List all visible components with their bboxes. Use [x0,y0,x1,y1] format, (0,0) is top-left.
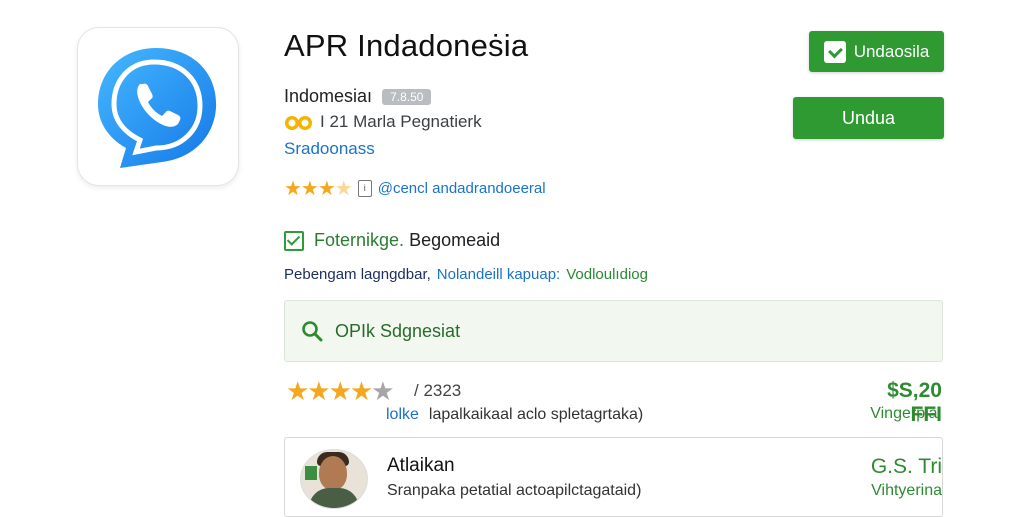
feature-label-green: Foternikge. [314,230,405,250]
feature-row: Foternikge. Begomeaid [284,230,500,251]
links-row: Pebengam lagngdbar, Nolandeill kapuap: V… [284,266,648,283]
download-button-label: Undua [841,107,896,128]
review-count: / 2323 [414,381,462,400]
install-button-label: Undaosila [853,41,930,61]
review-card[interactable] [284,437,943,517]
info-icon: i [357,180,372,197]
install-button[interactable]: Undaosila [809,31,944,72]
checkbox-icon[interactable] [284,230,304,251]
app-title: APR Indadoneṡia [284,28,529,63]
avatar [300,449,368,509]
link-item-2[interactable]: Nolandeill kapuap: [437,266,560,283]
review-card-sub-label[interactable]: Vihtyerina [832,482,942,500]
search-icon [302,321,323,342]
developer-row: Indomesiaı 7.8.50 [284,86,432,107]
phone-chat-icon [98,48,217,168]
review-card-price: G.S. Tri [870,455,942,478]
review-line: lolke lapalkaikaal aclo spletagrtaka) [386,406,643,424]
review-card-name: Atlaikan [387,455,455,476]
meta-row: I 21 Marla Pegnatierk [284,112,482,132]
award-icon [284,114,312,130]
star-rating: ★★★★ [284,178,353,200]
download-check-icon [823,40,846,63]
search-text: OPIk Sdgnesiat [335,320,461,341]
category-link[interactable]: Sradoonass [284,139,375,159]
version-badge: 7.8.50 [382,88,432,105]
rating-row: ★★★★ i @cencl andadrandoeeral [284,176,546,201]
review-card-text: Sranpaka petatial actoapilctagataid) [387,482,642,499]
link-item-3[interactable]: Vodloulıdiog [566,266,648,283]
review-stars: ★★★★★ [286,376,395,406]
developer-name[interactable]: Indomesiaı [284,86,372,107]
feature-label-dark: Begomeaid [409,230,501,250]
review-author[interactable]: lolke [386,406,419,424]
review-text: lapalkaikaal aclo spletagrtaka) [428,406,644,423]
search-bar[interactable]: OPIk Sdgnesiat [284,300,943,362]
rating-handle[interactable]: @cencl andadrandoeeral [378,180,546,197]
link-item-1[interactable]: Pebengam lagngdbar, [284,266,431,283]
download-button[interactable]: Undua [793,97,944,139]
meta-text: I 21 Marla Pegnatierk [320,112,482,131]
app-icon [77,27,239,186]
review-sub-label[interactable]: Vingerpla. [832,405,942,423]
